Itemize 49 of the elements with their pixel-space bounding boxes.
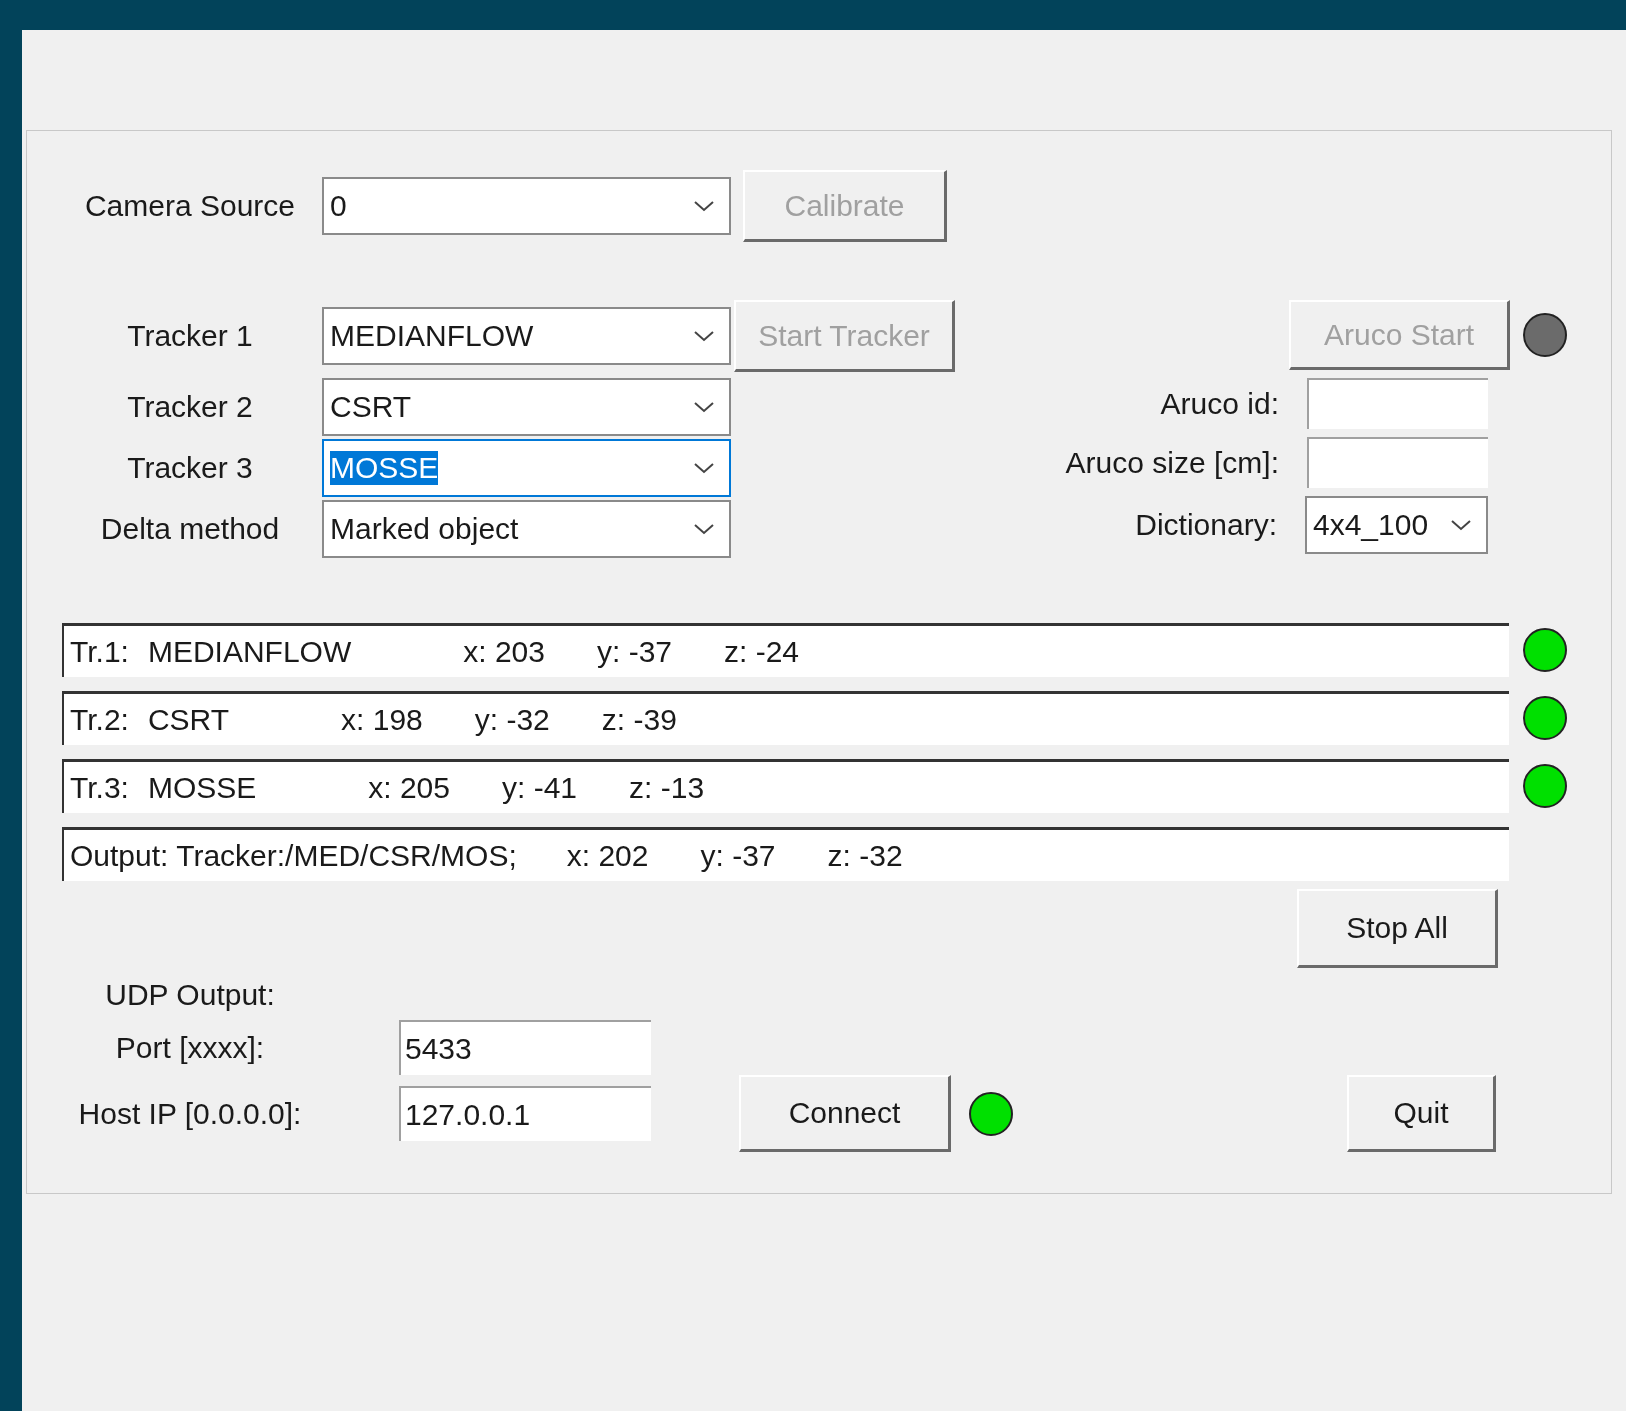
port-field[interactable]: 5433 [399,1020,651,1075]
dropdown[interactable]: 4x4_100 [1305,496,1488,554]
chevron-down-icon [693,523,715,535]
field-label: Aruco size [cm]: [1065,445,1279,480]
tracker-name: MEDIANFLOW [147,634,352,669]
host-ip-field[interactable]: 127.0.0.1 [399,1086,651,1141]
x-reading: x: 202 [566,838,649,873]
z-reading: z: -39 [601,702,677,737]
quit-button[interactable]: Quit [1347,1075,1496,1152]
x-reading: x: 205 [368,770,450,805]
dropdown[interactable]: MEDIANFLOW [322,307,731,365]
z-reading: z: -13 [629,770,705,805]
input-field[interactable] [1307,378,1488,429]
z-reading: z: -32 [827,838,903,873]
field-label: Tracker 1 [126,319,254,353]
y-reading: y: -32 [474,702,550,737]
readout-label: Output: Tracker:/MED/CSR/MOS; [70,838,517,873]
dropdown[interactable]: 0 [322,177,731,235]
field-label: Tracker 3 [126,451,254,485]
field-label: Tracker 2 [126,390,254,424]
x-reading: x: 198 [341,702,423,737]
field-label: Delta method [99,512,281,546]
field-label: Aruco id: [1160,386,1279,421]
field-label: Dictionary: [1135,508,1277,542]
readout-label: Tr.1: [70,634,129,669]
tracker-name: CSRT [147,702,230,737]
chevron-down-icon [693,462,715,474]
field-label: Port [xxxx]: [114,1030,266,1065]
stop-all-button[interactable]: Stop All [1297,889,1498,968]
section-label: UDP Output: [104,978,276,1012]
input-field[interactable] [1307,437,1488,488]
tracker-name: MOSSE [147,770,257,805]
dropdown[interactable]: CSRT [322,378,731,436]
chevron-down-icon [693,401,715,413]
chevron-down-icon [1450,519,1472,531]
readout-label: Tr.3: [70,770,129,805]
dropdown[interactable]: MOSSE [322,439,731,497]
connect-button[interactable]: Connect [739,1075,951,1152]
x-reading: x: 203 [463,634,545,669]
field-label: Camera Source [83,189,297,223]
dropdown[interactable]: Marked object [322,500,731,558]
chevron-down-icon [693,330,715,342]
y-reading: y: -41 [502,770,578,805]
chevron-down-icon [693,200,715,212]
readout-label: Tr.2: [70,702,129,737]
field-label: Host IP [0.0.0.0]: [77,1096,303,1131]
y-reading: y: -37 [700,838,776,873]
z-reading: z: -24 [724,634,800,669]
y-reading: y: -37 [597,634,672,669]
